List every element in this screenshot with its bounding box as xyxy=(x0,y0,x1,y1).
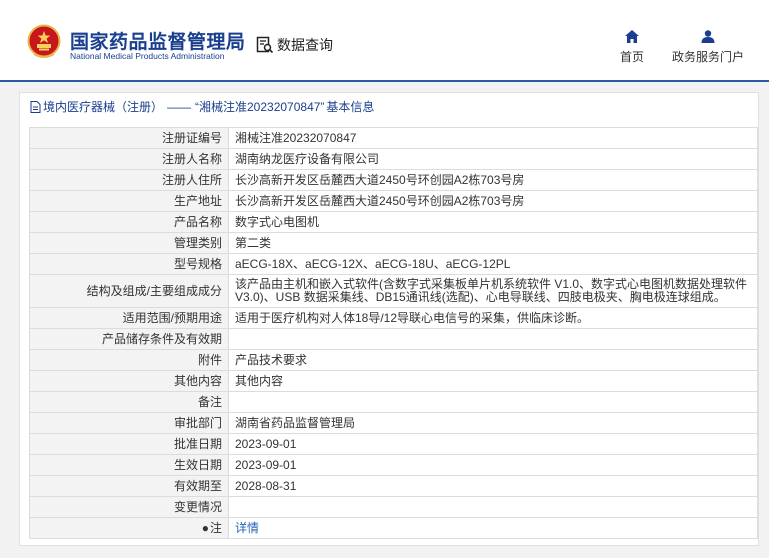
field-value: 湖南省药品监督管理局 xyxy=(228,412,758,434)
field-label: 变更情况 xyxy=(29,496,229,518)
registration-info-table: 注册证编号 湘械注准20232070847 注册人名称 湖南纳龙医疗设备有限公司… xyxy=(29,127,758,539)
field-label: 注册证编号 xyxy=(29,127,229,149)
field-value: 湖南纳龙医疗设备有限公司 xyxy=(228,148,758,170)
field-label: 批准日期 xyxy=(29,433,229,455)
national-emblem-icon xyxy=(27,24,61,58)
field-value: 第二类 xyxy=(228,232,758,254)
data-query-label: 数据查询 xyxy=(277,37,333,53)
table-row: 生效日期 2023-09-01 xyxy=(29,454,758,476)
breadcrumb-suffix: 基本信息 xyxy=(326,100,375,114)
field-value: 湘械注准20232070847 xyxy=(228,127,758,149)
field-label: 型号规格 xyxy=(29,253,229,275)
field-label: 管理类别 xyxy=(29,232,229,254)
field-label: 适用范围/预期用途 xyxy=(29,307,229,329)
table-row: 注册人住所 长沙高新开发区岳麓西大道2450号环创园A2栋703号房 xyxy=(29,169,758,191)
site-title: 国家药品监督管理局 xyxy=(70,32,246,53)
document-search-icon xyxy=(256,36,274,54)
table-row: 管理类别 第二类 xyxy=(29,232,758,254)
field-value: 2028-08-31 xyxy=(228,475,758,497)
field-label: 注 xyxy=(209,520,222,535)
breadcrumb-record: “湘械注准20232070847” xyxy=(195,100,325,114)
pin-icon: ● xyxy=(201,520,209,535)
field-value: 详情 xyxy=(228,517,758,539)
table-row: 备注 xyxy=(29,391,758,413)
field-label: 有效期至 xyxy=(29,475,229,497)
nav-home-label: 首页 xyxy=(620,50,645,64)
field-label: 附件 xyxy=(29,349,229,371)
breadcrumb-separator: —— xyxy=(167,99,192,114)
field-value xyxy=(228,391,758,413)
table-row: 其他内容 其他内容 xyxy=(29,370,758,392)
field-value xyxy=(228,328,758,350)
field-label: 注册人住所 xyxy=(29,169,229,191)
table-row: 生产地址 长沙高新开发区岳麓西大道2450号环创园A2栋703号房 xyxy=(29,190,758,212)
field-label: 产品名称 xyxy=(29,211,229,233)
field-value xyxy=(228,496,758,518)
field-label: 审批部门 xyxy=(29,412,229,434)
field-label: 生效日期 xyxy=(29,454,229,476)
field-label: 备注 xyxy=(29,391,229,413)
table-row: 产品储存条件及有效期 xyxy=(29,328,758,350)
breadcrumb: 境内医疗器械（注册） —— “湘械注准20232070847” 基本信息 xyxy=(30,98,374,115)
table-row: 有效期至 2028-08-31 xyxy=(29,475,758,497)
site-header: 国家药品监督管理局 National Medical Products Admi… xyxy=(0,0,769,80)
field-value: 适用于医疗机构对人体18导/12导联心电信号的采集，供临床诊断。 xyxy=(228,307,758,329)
field-label: 产品储存条件及有效期 xyxy=(29,328,229,350)
document-icon xyxy=(30,100,41,113)
table-row: ●注 详情 xyxy=(29,517,758,539)
field-value: aECG-18X、aECG-12X、aECG-18U、aECG-12PL xyxy=(228,253,758,275)
table-row: 审批部门 湖南省药品监督管理局 xyxy=(29,412,758,434)
note-label-cell: ●注 xyxy=(29,517,229,539)
field-label: 注册人名称 xyxy=(29,148,229,170)
field-value: 数字式心电图机 xyxy=(228,211,758,233)
field-value: 2023-09-01 xyxy=(228,454,758,476)
table-row: 注册人名称 湖南纳龙医疗设备有限公司 xyxy=(29,148,758,170)
table-row: 变更情况 xyxy=(29,496,758,518)
field-value: 2023-09-01 xyxy=(228,433,758,455)
data-query-link[interactable]: 数据查询 xyxy=(256,35,333,55)
breadcrumb-category[interactable]: 境内医疗器械（注册） xyxy=(43,98,163,115)
field-label: 结构及组成/主要组成成分 xyxy=(29,274,229,308)
table-row: 批准日期 2023-09-01 xyxy=(29,433,758,455)
field-label: 生产地址 xyxy=(29,190,229,212)
table-row: 产品名称 数字式心电图机 xyxy=(29,211,758,233)
nav-service-label: 政务服务门户 xyxy=(672,50,745,64)
field-value: 该产品由主机和嵌入式软件(含数字式采集板单片机系统软件 V1.0、数字式心电图机… xyxy=(228,274,758,308)
field-value: 其他内容 xyxy=(228,370,758,392)
site-subtitle: National Medical Products Administration xyxy=(70,51,225,61)
table-row: 结构及组成/主要组成成分 该产品由主机和嵌入式软件(含数字式采集板单片机系统软件… xyxy=(29,274,758,308)
table-row: 注册证编号 湘械注准20232070847 xyxy=(29,127,758,149)
table-row: 适用范围/预期用途 适用于医疗机构对人体18导/12导联心电信号的采集，供临床诊… xyxy=(29,307,758,329)
details-link[interactable]: 详情 xyxy=(235,521,259,535)
field-value: 长沙高新开发区岳麓西大道2450号环创园A2栋703号房 xyxy=(228,169,758,191)
nav-service-portal[interactable]: 政务服务门户 xyxy=(672,30,744,65)
home-icon xyxy=(625,30,639,43)
field-value: 长沙高新开发区岳麓西大道2450号环创园A2栋703号房 xyxy=(228,190,758,212)
table-row: 型号规格 aECG-18X、aECG-12X、aECG-18U、aECG-12P… xyxy=(29,253,758,275)
field-label: 其他内容 xyxy=(29,370,229,392)
table-row: 附件 产品技术要求 xyxy=(29,349,758,371)
user-icon xyxy=(701,30,715,43)
nav-home[interactable]: 首页 xyxy=(620,30,644,65)
field-value: 产品技术要求 xyxy=(228,349,758,371)
